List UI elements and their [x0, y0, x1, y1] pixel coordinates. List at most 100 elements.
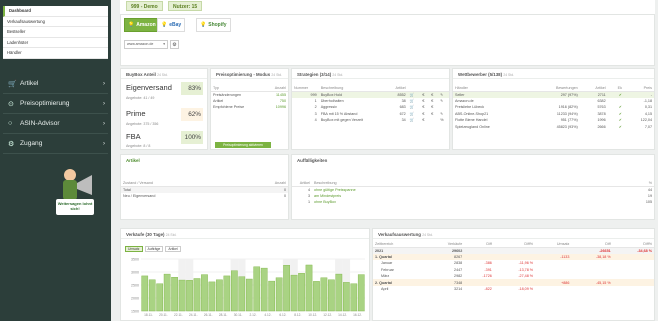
chevron-down-icon: ▾	[163, 42, 165, 46]
table-row[interactable]: Spielzeugland Online 45823 (93%) 2666 ✔ 7,07	[453, 123, 654, 129]
buybox-label: Prime	[126, 109, 146, 118]
bar	[335, 273, 343, 312]
legend-umsatz[interactable]: Umsatz	[125, 246, 143, 252]
buybox-sub: Angebote: 41 / 49	[126, 96, 155, 100]
account-badge[interactable]: 999 - Demo	[126, 1, 163, 11]
circle-icon: ○	[8, 120, 13, 127]
buybox-percent: 100%	[181, 131, 203, 144]
nav-item-zugang[interactable]: ⚙ Zugang ›	[3, 134, 108, 154]
y-tick-label: 2500	[131, 283, 139, 287]
card-title: Auffälligkeiten	[297, 158, 328, 163]
referral-promo[interactable]: Weitersagen lohnt sich!	[50, 165, 98, 223]
domain-select[interactable]: www.amazon.de ▾	[124, 40, 168, 49]
x-tick-label: 18.11.	[144, 313, 153, 317]
megaphone-mascot-icon	[56, 169, 94, 215]
buybox-percent: 62%	[181, 108, 203, 121]
subnav-haendler[interactable]: Händler	[3, 48, 108, 59]
bar	[305, 264, 313, 312]
table-row[interactable]: Neu / Eigenversand 0	[121, 193, 288, 199]
bar	[275, 277, 283, 312]
y-tick-label: 2000	[131, 296, 139, 300]
bar	[268, 280, 276, 312]
bar	[313, 281, 320, 312]
strategien-card: Strategien (3/14) 24 Std. Nummer Beschrei…	[291, 68, 450, 150]
x-tick-label: 16.12.	[353, 313, 362, 317]
card-title: Verkäufe (30 Tage) 24 Std.	[121, 229, 369, 239]
bar	[186, 280, 193, 312]
cart-icon: 🛒	[8, 80, 17, 88]
bar	[238, 276, 246, 312]
bar	[298, 273, 305, 312]
check-icon: ✔	[618, 124, 622, 129]
settings-button[interactable]: ⚙	[170, 40, 179, 49]
y-tick-label: 3000	[131, 270, 139, 274]
bulb-icon: 💡	[128, 22, 135, 28]
sidebar: Dashboard Verkaufsauswertung Bestseller …	[0, 0, 111, 321]
bar	[163, 273, 171, 312]
x-tick-label: 10.12.	[308, 313, 317, 317]
x-tick-label: 28.11.	[219, 313, 228, 317]
bar	[260, 267, 268, 312]
activate-preisoptimierung-button[interactable]: Preisoptimierung aktivieren	[215, 142, 271, 148]
card-title: BuyBox Anteil 24 Std.	[121, 69, 207, 79]
bar	[216, 279, 223, 312]
table-row[interactable]: 4 BuyBox mit gegen Verzeit 34 🛒 €%	[292, 117, 449, 123]
card-title: Verkaufsauswertung 24 Std.	[373, 229, 654, 239]
legend-artikel[interactable]: Artikel	[165, 246, 181, 252]
subnav-bestseller[interactable]: Bestseller	[3, 27, 108, 38]
x-tick-label: 12.12.	[323, 313, 332, 317]
card-title: Strategien (3/14) 24 Std.	[292, 69, 449, 79]
tab-amazon[interactable]: 💡 Amazon	[124, 18, 160, 32]
bar	[290, 274, 298, 312]
bar	[178, 279, 186, 312]
main-navigation: 🛒 Artikel › ⊙ Preisoptimierung › ○ ASIN-Advis…	[3, 74, 108, 154]
tab-label: eBay	[169, 22, 182, 28]
card-title: Preisoptimierung - Modus 24 Std.	[211, 69, 288, 79]
tab-label: Amazon	[136, 22, 156, 28]
card-title: Artikel	[126, 158, 140, 163]
bar	[350, 283, 358, 312]
euro-icon: €	[422, 118, 425, 123]
chevron-right-icon: ›	[103, 120, 105, 127]
card-title: Wettbewerber (5/138) 24 Std.	[453, 69, 654, 79]
table-row[interactable]: Empfohlene Preise 10996	[211, 104, 288, 110]
bar	[208, 281, 216, 312]
artikel-card: Artikel Zustand / Versand Anzahl Total 0 N…	[120, 154, 289, 220]
tab-ebay[interactable]: 💡 eBay	[157, 18, 186, 32]
buybox-card: BuyBox Anteil 24 Std. Eigenversand 83% A…	[120, 68, 208, 150]
chevron-right-icon: ›	[103, 80, 105, 87]
x-tick-label: 4.12.	[264, 313, 271, 317]
bar	[156, 283, 163, 312]
x-tick-label: 26.11.	[204, 313, 213, 317]
x-tick-label: 24.11.	[189, 313, 198, 317]
subnav-dashboard[interactable]: Dashboard	[3, 6, 108, 17]
x-tick-label: 2.12.	[249, 313, 256, 317]
buybox-sub: Angebote: 8 / 8	[126, 144, 151, 148]
domain-value: www.amazon.de	[127, 42, 154, 46]
nav-item-artikel[interactable]: 🛒 Artikel ›	[3, 74, 108, 94]
nav-item-preisoptimierung[interactable]: ⊙ Preisoptimierung ›	[3, 94, 108, 114]
x-tick-label: 22.11.	[174, 313, 183, 317]
main-content: 999 - Demo Nutzer: 15 💡 Amazon 💡 eBay 💡 Sho…	[114, 0, 658, 321]
y-tick-label: 3500	[131, 257, 139, 261]
x-tick-label: 14.12.	[338, 313, 347, 317]
bar	[253, 266, 261, 312]
bar	[171, 277, 178, 312]
table-row[interactable]: 1 ohne BuyBox 105	[292, 199, 654, 205]
auffaelligkeiten-card: Auffälligkeiten Artikel Beschreibung% 4 oh…	[291, 154, 655, 220]
bar	[328, 279, 335, 312]
nav-label: Zugang	[20, 140, 43, 147]
x-tick-label: 8.12.	[294, 313, 301, 317]
buybox-label: FBA	[126, 132, 141, 141]
legend-auftraege[interactable]: Aufträge	[144, 246, 164, 252]
top-bar: 999 - Demo Nutzer: 15	[120, 0, 655, 14]
bar	[357, 274, 365, 312]
nav-item-asin-advisor[interactable]: ○ ASIN-Advisor ›	[3, 114, 108, 134]
gear-icon: ⚙	[8, 140, 15, 148]
subnav-verkaufsauswertung[interactable]: Verkaufsauswertung	[3, 17, 108, 27]
strategien-table: Nummer Beschreibung Artikel 999 BuyBox Hold…	[292, 85, 449, 123]
subnav-ladenhueter[interactable]: Ladenhüter	[3, 38, 108, 48]
tab-shopify[interactable]: 💡 Shopify	[196, 18, 231, 32]
bar	[141, 275, 149, 312]
table-row[interactable]: April 3214 -822 -18,09 %	[373, 286, 654, 292]
